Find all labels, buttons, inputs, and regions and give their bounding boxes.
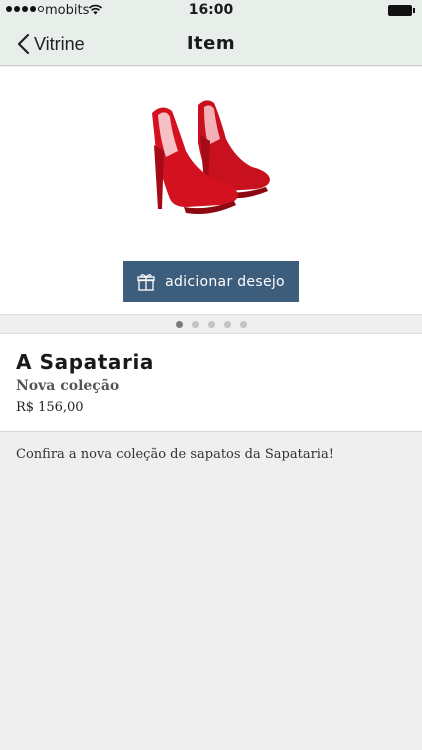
page-dot-2[interactable] (191, 320, 199, 328)
battery-icon (388, 5, 415, 16)
status-bar: mobits 16:00 (0, 0, 422, 22)
page-dot-1[interactable] (175, 320, 183, 328)
page-dot-4[interactable] (223, 320, 231, 328)
add-wish-button[interactable]: adicionar desejo (123, 261, 299, 302)
navigation-bar: Vitrine Item (0, 22, 422, 66)
product-price: R$ 156,00 (16, 400, 84, 415)
add-wish-button-label: adicionar desejo (165, 273, 285, 290)
gift-icon (137, 273, 155, 291)
product-info: A Sapataria Nova coleção R$ 156,00 (0, 334, 422, 432)
currency-symbol: R$ (16, 400, 35, 415)
store-name: A Sapataria (16, 350, 155, 374)
product-description: Confira a nova coleção de sapatos da Sap… (16, 447, 334, 462)
price-amount: 156,00 (38, 400, 84, 415)
collection-name: Nova coleção (16, 378, 120, 394)
page-dot-5[interactable] (239, 320, 247, 328)
carousel-page-indicator[interactable] (0, 314, 422, 334)
page-title: Item (186, 33, 236, 54)
product-image (152, 100, 270, 214)
product-gallery[interactable]: adicionar desejo (0, 67, 422, 314)
page-dot-3[interactable] (207, 320, 215, 328)
status-time: 16:00 (188, 2, 234, 18)
